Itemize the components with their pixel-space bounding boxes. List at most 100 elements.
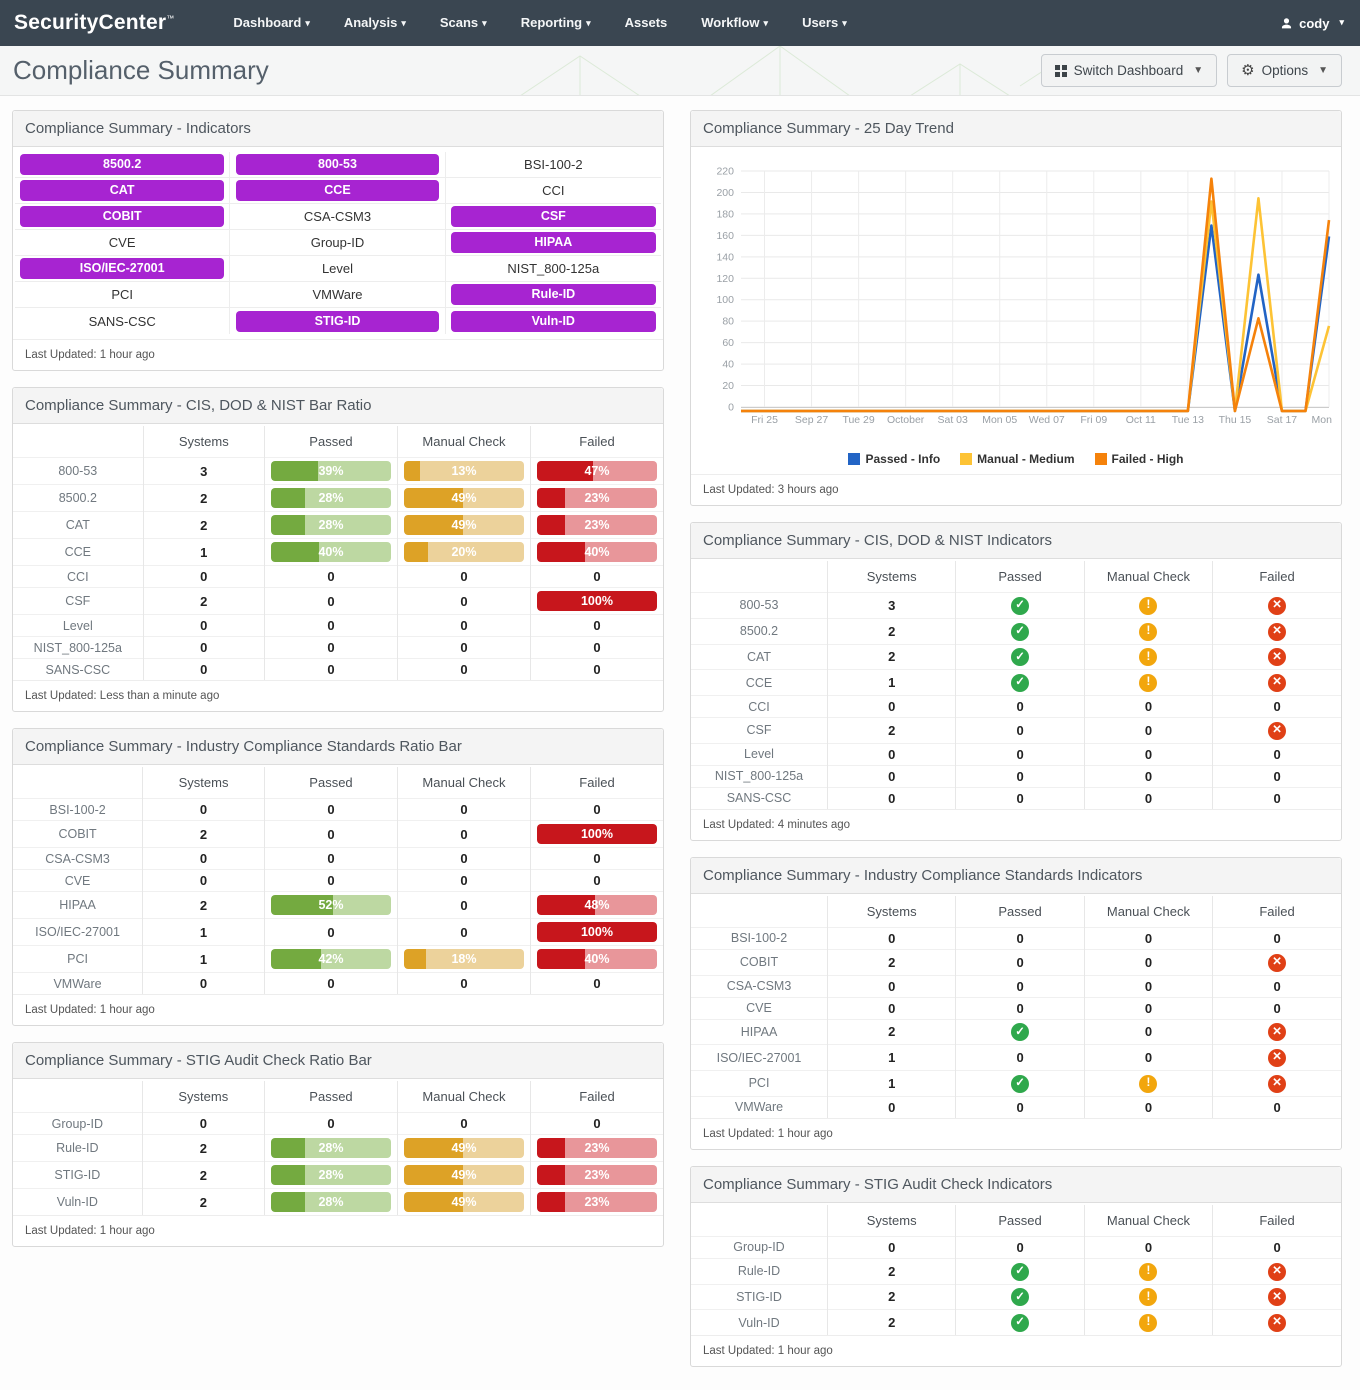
ratio-bar-fail[interactable]: 23% (537, 488, 657, 508)
nav-item-users[interactable]: Users▾ (785, 0, 864, 47)
nav-item-analysis[interactable]: Analysis▾ (327, 0, 423, 47)
failed-cross-icon[interactable]: ✕ (1268, 674, 1286, 692)
panel-cis-dod-nist-bar-ratio: Compliance Summary - CIS, DOD & NIST Bar… (12, 387, 664, 712)
ratio-bar-fail[interactable]: 100% (537, 922, 657, 942)
manual-cell: ! (1084, 670, 1212, 696)
ratio-bar-fail[interactable]: 100% (537, 824, 657, 844)
ratio-bar-pass[interactable]: 28% (271, 515, 391, 535)
passed-check-icon[interactable]: ✓ (1011, 623, 1029, 641)
ratio-bar-fail[interactable]: 48% (537, 895, 657, 915)
row-label: ISO/IEC-27001 (691, 1045, 828, 1071)
indicator-pill-stig-id[interactable]: STIG-ID (236, 311, 440, 332)
failed-cross-icon[interactable]: ✕ (1268, 1049, 1286, 1067)
ratio-bar-fail[interactable]: 23% (537, 1138, 657, 1158)
ratio-bar-manual[interactable]: 49% (404, 1138, 524, 1158)
ratio-bar-pass[interactable]: 28% (271, 1165, 391, 1185)
failed-cross-icon[interactable]: ✕ (1268, 1314, 1286, 1332)
row-label: VMWare (13, 973, 143, 995)
passed-check-icon[interactable]: ✓ (1011, 674, 1029, 692)
ratio-bar-manual[interactable]: 49% (404, 1192, 524, 1212)
legend-item-passed-info[interactable]: Passed - Info (848, 452, 940, 466)
indicator-pill-800-53[interactable]: 800-53 (236, 154, 440, 175)
ratio-bar-pass[interactable]: 39% (271, 461, 391, 481)
ratio-bar-pass[interactable]: 52% (271, 895, 391, 915)
ratio-bar-pass[interactable]: 42% (271, 949, 391, 969)
nav-item-reporting[interactable]: Reporting▾ (504, 0, 608, 47)
app-logo[interactable]: SecurityCenter™ (14, 11, 174, 35)
indicator-pill-8500-2[interactable]: 8500.2 (20, 154, 224, 175)
manual-check-alert-icon[interactable]: ! (1139, 674, 1157, 692)
ratio-bar-fail[interactable]: 40% (537, 542, 657, 562)
data-table-stig-indicators: SystemsPassedManual CheckFailedGroup-ID0… (691, 1205, 1341, 1335)
ratio-bar-manual[interactable]: 49% (404, 515, 524, 535)
ratio-bar-pass[interactable]: 28% (271, 488, 391, 508)
indicator-pill-vuln-id[interactable]: Vuln-ID (451, 311, 656, 332)
indicator-pill-cobit[interactable]: COBIT (20, 206, 224, 227)
table-row-csf: CSF200100% (13, 588, 663, 615)
passed-cell: 0 (956, 1236, 1084, 1258)
ratio-bar-manual[interactable]: 49% (404, 1165, 524, 1185)
manual-cell: 20% (397, 539, 530, 566)
failed-cross-icon[interactable]: ✕ (1268, 722, 1286, 740)
nav-item-assets[interactable]: Assets (608, 0, 685, 47)
ratio-bar-label: 100% (537, 591, 657, 611)
user-caret-icon: ▾ (1339, 17, 1344, 28)
failed-cell: 0 (1213, 765, 1341, 787)
failed-cross-icon[interactable]: ✕ (1268, 623, 1286, 641)
user-menu[interactable]: cody ▾ (1280, 16, 1344, 31)
systems-count: 1 (828, 1071, 956, 1097)
passed-check-icon[interactable]: ✓ (1011, 648, 1029, 666)
nav-item-label: Scans (440, 15, 478, 30)
indicator-pill-rule-id[interactable]: Rule-ID (451, 284, 656, 305)
indicator-pill-hipaa[interactable]: HIPAA (451, 232, 656, 253)
ratio-bar-manual[interactable]: 18% (404, 949, 524, 969)
passed-check-icon[interactable]: ✓ (1011, 1023, 1029, 1041)
ratio-bar-fail[interactable]: 23% (537, 1192, 657, 1212)
manual-check-alert-icon[interactable]: ! (1139, 1075, 1157, 1093)
manual-check-alert-icon[interactable]: ! (1139, 597, 1157, 615)
ratio-bar-fail[interactable]: 23% (537, 515, 657, 535)
ratio-bar-pass[interactable]: 40% (271, 542, 391, 562)
nav-item-workflow[interactable]: Workflow▾ (684, 0, 785, 47)
passed-check-icon[interactable]: ✓ (1011, 1288, 1029, 1306)
indicator-pill-cce[interactable]: CCE (236, 180, 440, 201)
indicator-pill-csf[interactable]: CSF (451, 206, 656, 227)
failed-cross-icon[interactable]: ✕ (1268, 1023, 1286, 1041)
ratio-bar-fail[interactable]: 47% (537, 461, 657, 481)
ratio-bar-pass[interactable]: 28% (271, 1192, 391, 1212)
manual-check-alert-icon[interactable]: ! (1139, 1263, 1157, 1281)
ratio-bar-manual[interactable]: 13% (404, 461, 524, 481)
indicator-pill-cat[interactable]: CAT (20, 180, 224, 201)
ratio-bar-manual[interactable]: 20% (404, 542, 524, 562)
nav-item-dashboard[interactable]: Dashboard▾ (216, 0, 326, 47)
manual-check-alert-icon[interactable]: ! (1139, 648, 1157, 666)
indicator-pill-iso-iec-27001[interactable]: ISO/IEC-27001 (20, 258, 224, 279)
nav-item-scans[interactable]: Scans▾ (423, 0, 504, 47)
axis-tick-label: 40 (722, 359, 734, 371)
switch-dashboard-button[interactable]: Switch Dashboard ▼ (1041, 54, 1217, 87)
failed-cross-icon[interactable]: ✕ (1268, 1288, 1286, 1306)
legend-item-failed-high[interactable]: Failed - High (1095, 452, 1184, 466)
manual-check-alert-icon[interactable]: ! (1139, 1314, 1157, 1332)
ratio-bar-fail[interactable]: 40% (537, 949, 657, 969)
passed-check-icon[interactable]: ✓ (1011, 1263, 1029, 1281)
passed-check-icon[interactable]: ✓ (1011, 1314, 1029, 1332)
passed-check-icon[interactable]: ✓ (1011, 597, 1029, 615)
manual-check-alert-icon[interactable]: ! (1139, 1288, 1157, 1306)
failed-cross-icon[interactable]: ✕ (1268, 1075, 1286, 1093)
options-button[interactable]: ⚙ Options ▼ (1227, 54, 1342, 87)
legend-item-manual-medium[interactable]: Manual - Medium (960, 452, 1074, 466)
ratio-bar-manual[interactable]: 49% (404, 488, 524, 508)
systems-count: 0 (143, 799, 265, 821)
failed-cross-icon[interactable]: ✕ (1268, 648, 1286, 666)
manual-check-alert-icon[interactable]: ! (1139, 623, 1157, 641)
axis-tick-label: 100 (716, 294, 734, 306)
ratio-bar-fail[interactable]: 100% (537, 591, 657, 611)
failed-cross-icon[interactable]: ✕ (1268, 597, 1286, 615)
passed-check-icon[interactable]: ✓ (1011, 1075, 1029, 1093)
ratio-bar-pass[interactable]: 28% (271, 1138, 391, 1158)
failed-cross-icon[interactable]: ✕ (1268, 954, 1286, 972)
systems-count: 3 (143, 458, 264, 485)
ratio-bar-fail[interactable]: 23% (537, 1165, 657, 1185)
failed-cross-icon[interactable]: ✕ (1268, 1263, 1286, 1281)
